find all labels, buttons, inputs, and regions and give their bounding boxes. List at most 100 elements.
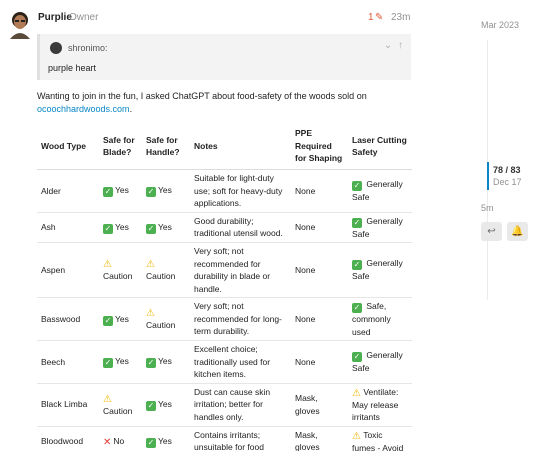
cell-ppe: Mask, gloves (291, 383, 348, 427)
cell-handle: ✓ Yes (142, 383, 190, 427)
cell-wood-type: Beech (37, 340, 99, 384)
table-body: Alder ✓ Yes ✓ Yes Suitable for light-duty use… (37, 169, 412, 451)
check-mark-button-icon: ✓ (352, 260, 362, 271)
cell-ppe: None (291, 297, 348, 341)
cell-wood-type: Aspen (37, 242, 99, 298)
timeline-start-date[interactable]: Mar 2023 (481, 20, 519, 30)
cell-handle-text: Yes (158, 185, 172, 196)
cross-mark-icon: ✕ (103, 436, 112, 448)
check-mark-button-icon: ✓ (352, 303, 362, 313)
warning-icon: ⚠ (352, 387, 361, 399)
cell-blade-text: Yes (115, 185, 129, 196)
header-laser[interactable]: Laser Cutting Safety (348, 124, 412, 170)
cell-handle-text: Yes (158, 356, 172, 367)
check-mark-button-icon: ✓ (146, 358, 156, 369)
user-avatar[interactable] (8, 11, 32, 39)
header-handle[interactable]: Safe for Handle? (142, 124, 190, 170)
cell-wood-type: Ash (37, 212, 99, 243)
notifications-button[interactable]: 🔔 (507, 222, 528, 241)
quote-text: purple heart (48, 63, 97, 73)
cell-wood-type: Basswood (37, 297, 99, 341)
cell-wood-type: Bloodwood (37, 426, 99, 451)
back-button[interactable]: ↩ (481, 222, 502, 241)
header-notes[interactable]: Notes (190, 124, 291, 170)
cell-laser: ✓ Generally Safe (348, 169, 412, 213)
table-row: Bloodwood ✕ No ✓ Yes Contains irritants; unsu… (37, 426, 412, 451)
warning-icon: ⚠ (352, 430, 361, 442)
post-intro: Wanting to join in the fun, I asked Chat… (37, 90, 417, 116)
check-mark-button-icon: ✓ (352, 352, 362, 362)
check-mark-button-icon: ✓ (146, 223, 156, 234)
arrow-up-icon[interactable]: ↑ (398, 40, 403, 51)
quote-controls: ⌄ ↑ (381, 40, 403, 51)
header-ppe[interactable]: PPE Required for Shaping (291, 124, 348, 170)
check-mark-button-icon: ✓ (103, 315, 113, 326)
table-row: Basswood ✓ Yes ⚠ Caution Very soft; not recom… (37, 297, 412, 341)
quote-username: shronimo: (68, 43, 108, 53)
cell-handle: ✓ Yes (142, 426, 190, 451)
chevron-down-icon[interactable]: ⌄ (384, 40, 392, 51)
timeline-ago[interactable]: 5m (481, 203, 494, 213)
check-mark-button-icon: ✓ (103, 358, 113, 369)
cell-blade: ⚠ Caution (99, 383, 142, 427)
timeline-handle[interactable] (487, 162, 489, 190)
cell-laser: ✓ Generally Safe (348, 212, 412, 243)
cell-laser: ✓ Safe, commonly used (348, 297, 412, 341)
cell-ppe: Mask, gloves (291, 426, 348, 451)
cell-handle: ⚠ Caution (142, 297, 190, 341)
cell-blade: ✓ Yes (99, 297, 142, 341)
cell-notes: Excellent choice; traditionally used for… (190, 340, 291, 384)
cell-laser: ✓ Generally Safe (348, 242, 412, 298)
cell-blade-text: No (113, 435, 125, 446)
check-mark-button-icon: ✓ (352, 181, 362, 191)
cell-laser: ⚠ Toxic fumes - Avoid (348, 426, 412, 451)
cell-ppe: None (291, 242, 348, 298)
table-row: Aspen ⚠ Caution ⚠ Caution Very soft; not reco… (37, 242, 412, 298)
post-time[interactable]: 23m (391, 12, 410, 23)
quote-avatar (50, 42, 62, 54)
cell-wood-type: Alder (37, 169, 99, 213)
check-mark-button-icon: ✓ (103, 187, 113, 198)
header-wood-type[interactable]: Wood Type (37, 124, 99, 170)
cell-blade: ⚠ Caution (99, 242, 142, 298)
post-username[interactable]: Purplie (38, 12, 72, 23)
pencil-icon[interactable]: ✎ (375, 12, 383, 23)
ocooch-link[interactable]: ocoochhardwoods.com (37, 104, 130, 114)
cell-handle: ✓ Yes (142, 340, 190, 384)
cell-notes: Contains irritants; unsuitable for food (190, 426, 291, 451)
header-blade[interactable]: Safe for Blade? (99, 124, 142, 170)
wood-safety-table: Wood Type Safe for Blade? Safe for Handl… (37, 124, 412, 451)
back-arrow-icon: ↩ (487, 226, 496, 237)
check-mark-button-icon: ✓ (146, 187, 156, 198)
bell-icon: 🔔 (511, 226, 524, 237)
cell-handle: ⚠ Caution (142, 242, 190, 298)
cell-notes: Very soft; not recommended for durabilit… (190, 242, 291, 298)
table-row: Ash ✓ Yes ✓ Yes Good durability; traditional … (37, 212, 412, 243)
cell-handle: ✓ Yes (142, 169, 190, 213)
edit-count[interactable]: 1 (368, 12, 374, 23)
cell-ppe: None (291, 212, 348, 243)
cell-blade-text: Caution (103, 405, 133, 416)
cell-notes: Good durability; traditional utensil woo… (190, 212, 291, 243)
warning-icon: ⚠ (146, 259, 155, 271)
cell-handle-text: Yes (158, 399, 172, 409)
cell-handle-text: Yes (158, 435, 172, 446)
cell-blade-text: Yes (115, 313, 129, 324)
cell-blade: ✕ No (99, 426, 142, 451)
cell-notes: Suitable for light-duty use; soft for he… (190, 169, 291, 213)
cell-handle: ✓ Yes (142, 212, 190, 243)
cell-blade-text: Yes (115, 221, 129, 232)
intro-end: . (129, 104, 133, 114)
cell-blade: ✓ Yes (99, 212, 142, 243)
check-mark-button-icon: ✓ (352, 217, 362, 228)
timeline-date: Dec 17 (493, 177, 522, 187)
cell-blade-text: Yes (115, 356, 129, 367)
cell-laser: ⚠ Ventilate: May release irritants (348, 383, 412, 427)
post-user-title: Owner (69, 12, 99, 23)
cell-notes: Very soft; not recommended for long-term… (190, 297, 291, 341)
quote-block: shronimo: ⌄ ↑ purple heart (37, 34, 411, 80)
warning-icon: ⚠ (103, 393, 112, 405)
table-header-row: Wood Type Safe for Blade? Safe for Handl… (37, 124, 412, 170)
cell-handle-text: Yes (158, 221, 172, 232)
timeline-counter: 78 / 83 (493, 165, 521, 175)
